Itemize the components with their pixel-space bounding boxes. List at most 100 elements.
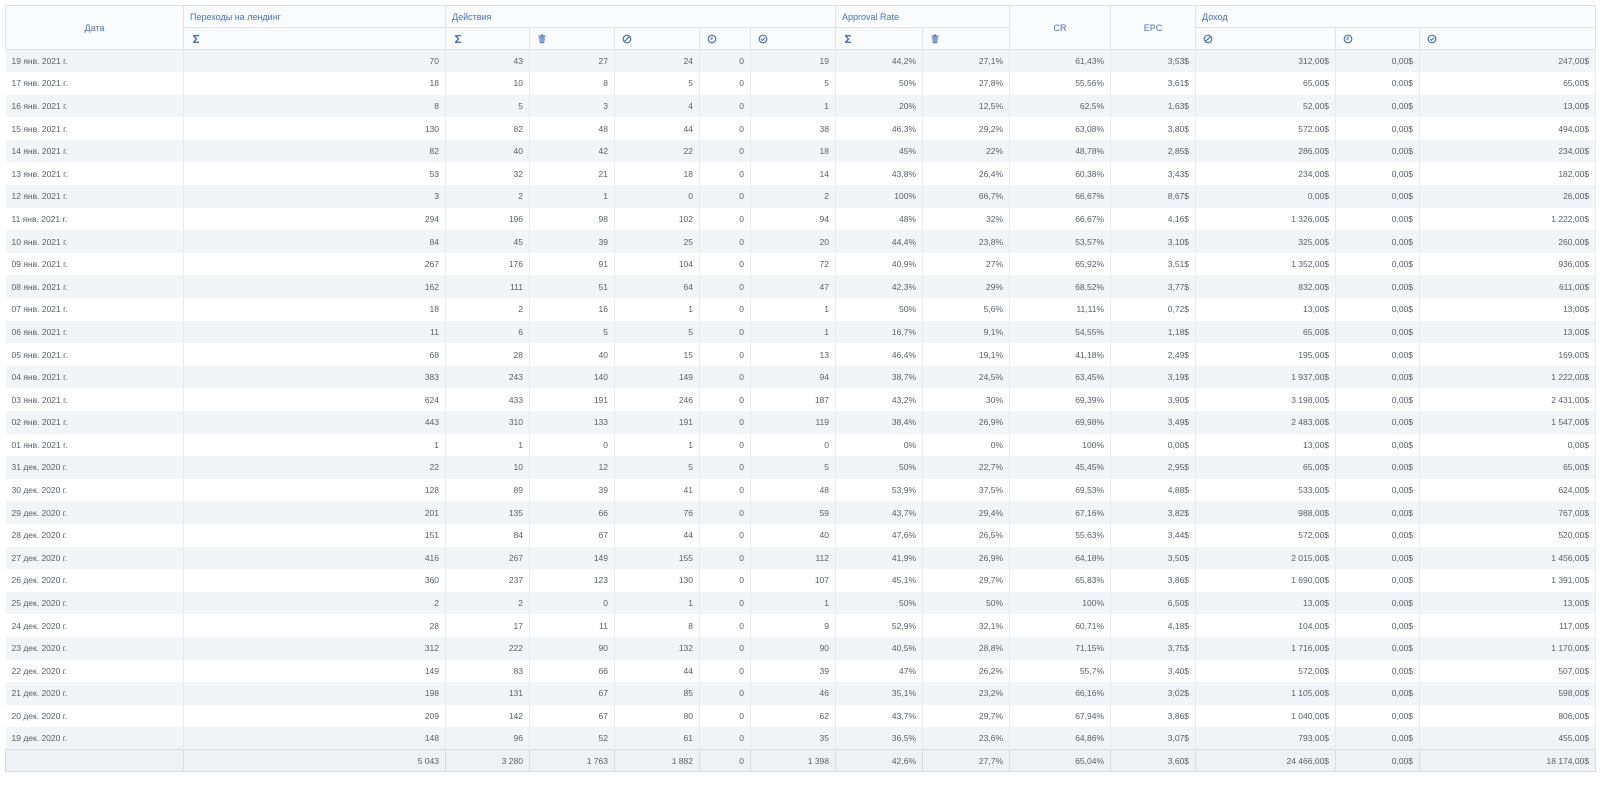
actions-check-header[interactable] <box>749 27 837 50</box>
table-row[interactable]: 05 янв. 2021 г. 68 28 40 15 0 13 46,4% 19,1% 41,1… <box>5 343 1597 366</box>
cell-actions-sum: 111 <box>445 275 530 299</box>
income-check-header[interactable] <box>1419 27 1597 50</box>
table-row[interactable]: 14 янв. 2021 г. 82 40 42 22 0 18 45% 22% 48,78% 2,… <box>5 139 1597 163</box>
column-group-income[interactable]: Доход <box>1195 5 1597 28</box>
cell-approval-trash-rate: 27% <box>922 252 1011 276</box>
table-row[interactable]: 08 янв. 2021 г. 162 111 51 64 0 47 42,3% 29% 68,5… <box>5 275 1597 299</box>
cell-approval-rate: 0% <box>835 433 924 457</box>
cell-income-hold: 0,00$ <box>1335 388 1421 411</box>
cell-cr: 53,57% <box>1009 230 1112 253</box>
cell-actions-cancel: 44 <box>614 117 700 140</box>
table-row[interactable]: 22 дек. 2020 г. 149 83 66 44 0 39 47% 26,2% 55,7%… <box>5 659 1597 683</box>
cell-income-approved: 1 456,00$ <box>1419 546 1597 570</box>
column-group-actions[interactable]: Действия <box>444 5 837 28</box>
cell-income-approved: 806,00$ <box>1419 704 1597 728</box>
table-row[interactable]: 26 дек. 2020 г. 360 237 123 130 0 107 45,1% 29,7… <box>5 569 1597 592</box>
cell-date: 17 янв. 2021 г. <box>5 72 184 95</box>
table-row[interactable]: 19 дек. 2020 г. 148 96 52 61 0 35 36,5% 23,6% 64,… <box>5 727 1597 750</box>
income-cancel-header[interactable] <box>1195 27 1337 50</box>
cell-actions-trash: 5 <box>529 320 615 344</box>
cell-income-cancel: 1 352,00$ <box>1195 252 1337 276</box>
column-header-date[interactable]: Дата <box>5 5 184 50</box>
table-row[interactable]: 24 дек. 2020 г. 28 17 11 8 0 9 52,9% 32,1% 60,71%… <box>5 614 1597 637</box>
cell-date: 06 янв. 2021 г. <box>5 320 184 344</box>
cell-income-hold: 0,00$ <box>1335 275 1421 299</box>
table-row[interactable]: 30 дек. 2020 г. 128 89 39 41 0 48 53,9% 37,5% 69,… <box>5 478 1597 502</box>
cell-actions-cancel: 246 <box>614 388 700 411</box>
cell-actions-sum: 32 <box>445 162 530 186</box>
cell-actions-hold: 0 <box>699 659 751 683</box>
column-group-landing[interactable]: Переходы на лендинг <box>183 5 446 28</box>
cell-income-cancel: 572,00$ <box>1195 659 1337 683</box>
cell-actions-approved: 1 <box>750 94 837 118</box>
cell-actions-hold: 0 <box>699 591 751 615</box>
cell-date: 16 янв. 2021 г. <box>5 94 184 118</box>
cell-actions-cancel: 61 <box>614 727 700 750</box>
cell-epc: 8,67$ <box>1110 185 1197 208</box>
cell-date: 19 янв. 2021 г. <box>5 49 184 73</box>
cell-actions-cancel: 22 <box>614 139 700 163</box>
income-clock-header[interactable] <box>1335 27 1421 50</box>
table-row[interactable]: 29 дек. 2020 г. 201 135 66 76 0 59 43,7% 29,4% 67… <box>5 501 1597 524</box>
cell-actions-trash: 11 <box>529 614 615 637</box>
table-row[interactable]: 20 дек. 2020 г. 209 142 67 80 0 62 43,7% 29,7% 67… <box>5 704 1597 728</box>
cell-approval-rate: 43,7% <box>835 704 924 728</box>
table-row[interactable]: 09 янв. 2021 г. 267 176 91 104 0 72 40,9% 27% 65,… <box>5 252 1597 276</box>
table-row[interactable]: 12 янв. 2021 г. 3 2 1 0 0 2 100% 66,7% 66,67% 8,67… <box>5 185 1597 208</box>
table-row[interactable]: 27 дек. 2020 г. 416 267 149 155 0 112 41,9% 26,9… <box>5 546 1597 570</box>
table-row[interactable]: 13 янв. 2021 г. 53 32 21 18 0 14 43,8% 26,4% 60,3… <box>5 162 1597 186</box>
cell-actions-approved: 5 <box>750 72 837 95</box>
cell-approval-rate: 52,9% <box>835 614 924 637</box>
cell-actions-approved: 47 <box>750 275 837 299</box>
table-row[interactable]: 21 дек. 2020 г. 198 131 67 85 0 46 35,1% 23,2% 66… <box>5 682 1597 705</box>
cell-income-hold: 0,00$ <box>1335 614 1421 637</box>
table-row[interactable]: 16 янв. 2021 г. 8 5 3 4 0 1 20% 12,5% 62,5% 1,63$ 5… <box>5 94 1597 118</box>
cell-epc: 3,86$ <box>1110 704 1197 728</box>
table-row[interactable]: 04 янв. 2021 г. 383 243 140 149 0 94 38,7% 24,5%… <box>5 365 1597 389</box>
total-actions-trash: 1 763 <box>529 749 615 773</box>
cell-actions-sum: 196 <box>445 207 530 231</box>
cell-epc: 0,72$ <box>1110 298 1197 321</box>
cell-cr: 55,7% <box>1009 659 1112 683</box>
column-header-cr[interactable]: CR <box>1009 5 1112 50</box>
table-row[interactable]: 31 дек. 2020 г. 22 10 12 5 0 5 50% 22,7% 45,45% 2,… <box>5 456 1597 479</box>
cell-actions-trash: 67 <box>529 523 615 547</box>
approval-sum-header[interactable] <box>835 27 924 50</box>
cell-actions-cancel: 76 <box>614 501 700 524</box>
table-row[interactable]: 19 янв. 2021 г. 70 43 27 24 0 19 44,2% 27,1% 61,4… <box>5 49 1597 73</box>
table-row[interactable]: 03 янв. 2021 г. 624 433 191 246 0 187 43,2% 30% 6… <box>5 388 1597 411</box>
table-row[interactable]: 07 янв. 2021 г. 18 2 16 1 0 1 50% 5,6% 11,11% 0,72… <box>5 298 1597 321</box>
table-row[interactable]: 15 янв. 2021 г. 130 82 48 44 0 38 46,3% 29,2% 63,… <box>5 117 1597 140</box>
column-header-epc[interactable]: EPC <box>1110 5 1197 50</box>
table-row[interactable]: 17 янв. 2021 г. 18 10 8 5 0 5 50% 27,8% 55,56% 3,6… <box>5 72 1597 95</box>
table-row[interactable]: 01 янв. 2021 г. 1 1 0 1 0 0 0% 0% 100% 0,00$ 13,00$… <box>5 433 1597 457</box>
cell-approval-rate: 38,4% <box>835 411 924 434</box>
table-row[interactable]: 23 дек. 2020 г. 312 222 90 132 0 90 40,5% 28,8% 7… <box>5 636 1597 660</box>
cell-approval-rate: 16,7% <box>835 320 924 344</box>
cell-income-hold: 0,00$ <box>1335 320 1421 344</box>
landing-sum-header[interactable] <box>183 27 446 50</box>
table-row[interactable]: 25 дек. 2020 г. 2 2 0 1 0 1 50% 50% 100% 6,50$ 13,0… <box>5 591 1597 615</box>
actions-cancel-header[interactable] <box>614 27 700 50</box>
actions-trash-header[interactable] <box>529 27 615 50</box>
actions-sum-header[interactable] <box>445 27 530 50</box>
cell-date: 12 янв. 2021 г. <box>5 185 184 208</box>
table-row[interactable]: 11 янв. 2021 г. 294 196 98 102 0 94 48% 32% 66,67… <box>5 207 1597 231</box>
actions-clock-header[interactable] <box>699 27 751 50</box>
cell-approval-trash-rate: 29,7% <box>922 569 1011 592</box>
table-row[interactable]: 02 янв. 2021 г. 443 310 133 191 0 119 38,4% 26,9… <box>5 411 1597 434</box>
cell-epc: 4,18$ <box>1110 614 1197 637</box>
cell-actions-sum: 82 <box>445 117 530 140</box>
cell-actions-sum: 243 <box>445 365 530 389</box>
table-row[interactable]: 10 янв. 2021 г. 84 45 39 25 0 20 44,4% 23,8% 53,5… <box>5 230 1597 253</box>
table-row[interactable]: 06 янв. 2021 г. 11 6 5 5 0 1 16,7% 9,1% 54,55% 1,1… <box>5 320 1597 344</box>
approval-trash-header[interactable] <box>922 27 1011 50</box>
cell-actions-cancel: 25 <box>614 230 700 253</box>
column-group-approval-rate[interactable]: Approval Rate <box>835 5 1011 28</box>
cell-actions-approved: 35 <box>750 727 837 750</box>
cell-landing-sum: 162 <box>183 275 446 299</box>
cell-actions-trash: 3 <box>529 94 615 118</box>
cell-approval-trash-rate: 22% <box>922 139 1011 163</box>
cell-actions-cancel: 18 <box>614 162 700 186</box>
table-row[interactable]: 28 дек. 2020 г. 151 84 67 44 0 40 47,6% 26,5% 55,… <box>5 523 1597 547</box>
